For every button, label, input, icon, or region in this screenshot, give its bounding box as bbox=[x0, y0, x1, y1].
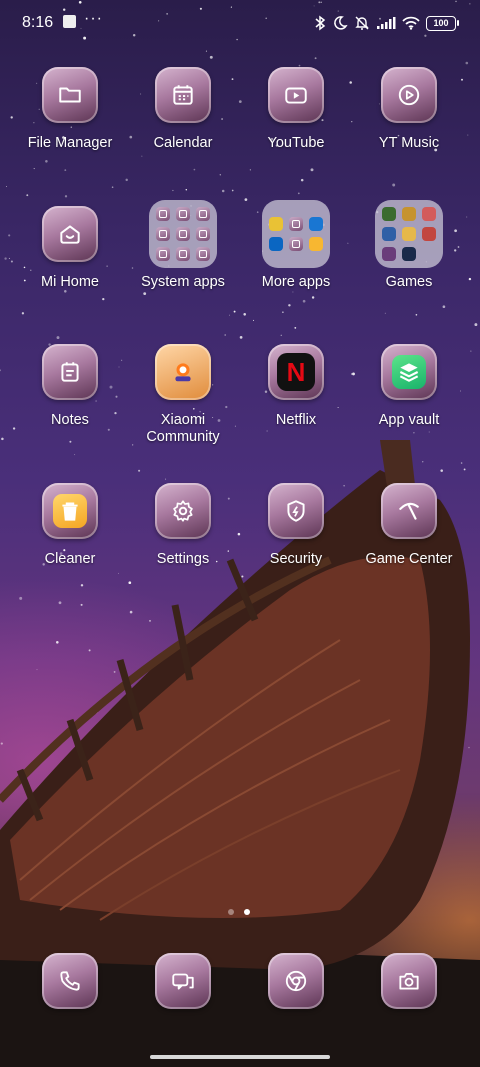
mini-app-icon bbox=[176, 207, 190, 221]
app-mi-home[interactable]: Mi Home bbox=[13, 206, 127, 291]
app-label: Mi Home bbox=[40, 274, 99, 290]
app-label: Xiaomi Community bbox=[146, 412, 220, 445]
phone-icon bbox=[42, 953, 98, 1009]
mini-app-icon bbox=[309, 237, 323, 251]
app-label: YouTube bbox=[267, 135, 325, 151]
app-label: Settings bbox=[156, 551, 210, 567]
netflix-icon: N bbox=[268, 344, 324, 400]
mini-app-icon bbox=[289, 217, 303, 231]
mini-app-icon bbox=[196, 247, 210, 261]
mini-app-icon bbox=[156, 247, 170, 261]
signal-icon bbox=[376, 16, 396, 30]
mini-app-icon bbox=[196, 227, 210, 241]
folder-more-apps[interactable]: More apps bbox=[239, 200, 353, 291]
game-center-icon bbox=[381, 483, 437, 539]
app-security[interactable]: Security bbox=[239, 483, 353, 568]
mini-app-icon bbox=[156, 207, 170, 221]
status-bar: 8:16 ··· 100 bbox=[0, 0, 480, 46]
mini-app-icon bbox=[196, 207, 210, 221]
mini-app-icon bbox=[289, 237, 303, 251]
app-label: Security bbox=[269, 551, 323, 567]
calendar-icon bbox=[155, 67, 211, 123]
mini-app-icon bbox=[176, 247, 190, 261]
app-yt-music[interactable]: YT Music bbox=[352, 67, 466, 152]
dock-phone[interactable] bbox=[13, 953, 127, 1009]
bell-off-icon bbox=[354, 15, 370, 31]
mini-app-icon bbox=[269, 237, 283, 251]
app-calendar[interactable]: Calendar bbox=[126, 67, 240, 152]
mini-app-icon bbox=[269, 217, 283, 231]
app-label: Games bbox=[385, 274, 433, 290]
mini-app-icon bbox=[422, 207, 436, 221]
app-youtube[interactable]: YouTube bbox=[239, 67, 353, 152]
trash-icon bbox=[42, 483, 98, 539]
app-label: Game Center bbox=[365, 551, 453, 567]
gesture-home-bar[interactable] bbox=[150, 1055, 330, 1059]
app-vault[interactable]: App vault bbox=[352, 344, 466, 429]
netflix-letter: N bbox=[286, 356, 306, 387]
camera-icon bbox=[381, 953, 437, 1009]
mini-app-icon bbox=[382, 207, 396, 221]
folder-system-apps[interactable]: System apps bbox=[126, 200, 240, 291]
folder-grid-icon bbox=[375, 200, 443, 268]
page-dot bbox=[228, 909, 234, 915]
bluetooth-icon bbox=[314, 15, 326, 31]
page-dot-active bbox=[244, 909, 250, 915]
notification-overflow: ··· bbox=[84, 10, 103, 27]
folder-icon bbox=[42, 67, 98, 123]
mini-app-icon bbox=[382, 247, 396, 261]
app-xiaomi-community[interactable]: Xiaomi Community bbox=[126, 344, 240, 446]
app-netflix[interactable]: N Netflix bbox=[239, 344, 353, 429]
app-label: Cleaner bbox=[44, 551, 96, 567]
app-label: Calendar bbox=[153, 135, 213, 151]
play-circle-icon bbox=[381, 67, 437, 123]
app-label: File Manager bbox=[27, 135, 113, 151]
mini-app-icon bbox=[422, 227, 436, 241]
battery-indicator: 100 bbox=[426, 15, 459, 31]
folder-grid-icon bbox=[149, 200, 217, 268]
page-indicator[interactable] bbox=[228, 909, 250, 915]
mini-app-icon bbox=[176, 227, 190, 241]
mini-app-icon bbox=[402, 247, 416, 261]
mini-app-icon bbox=[382, 227, 396, 241]
app-settings[interactable]: Settings bbox=[126, 483, 240, 568]
folder-games[interactable]: Games bbox=[352, 200, 466, 291]
home-icon bbox=[42, 206, 98, 262]
app-label: YT Music bbox=[378, 135, 440, 151]
battery-level: 100 bbox=[433, 18, 449, 28]
youtube-icon bbox=[268, 67, 324, 123]
notification-square-icon bbox=[63, 15, 76, 28]
app-label: Netflix bbox=[275, 412, 317, 428]
status-time: 8:16 bbox=[22, 14, 54, 31]
app-label: More apps bbox=[261, 274, 331, 290]
notes-icon bbox=[42, 344, 98, 400]
chrome-icon bbox=[268, 953, 324, 1009]
app-label: Notes bbox=[51, 412, 89, 428]
community-icon bbox=[155, 344, 211, 400]
mini-app-icon bbox=[402, 207, 416, 221]
app-notes[interactable]: Notes bbox=[13, 344, 127, 429]
mini-app-icon bbox=[309, 217, 323, 231]
stack-icon bbox=[381, 344, 437, 400]
mini-app-icon bbox=[402, 227, 416, 241]
app-game-center[interactable]: Game Center bbox=[352, 483, 466, 568]
app-file-manager[interactable]: File Manager bbox=[13, 67, 127, 152]
dock-chrome[interactable] bbox=[239, 953, 353, 1009]
wifi-icon bbox=[402, 16, 420, 30]
gear-icon bbox=[155, 483, 211, 539]
dock-camera[interactable] bbox=[352, 953, 466, 1009]
moon-icon bbox=[332, 15, 348, 31]
app-label: App vault bbox=[378, 412, 440, 428]
folder-grid-icon bbox=[262, 200, 330, 268]
app-label: System apps bbox=[141, 274, 225, 290]
messages-icon bbox=[155, 953, 211, 1009]
dock-messages[interactable] bbox=[126, 953, 240, 1009]
mini-app-icon bbox=[156, 227, 170, 241]
app-cleaner[interactable]: Cleaner bbox=[13, 483, 127, 568]
shield-icon bbox=[268, 483, 324, 539]
